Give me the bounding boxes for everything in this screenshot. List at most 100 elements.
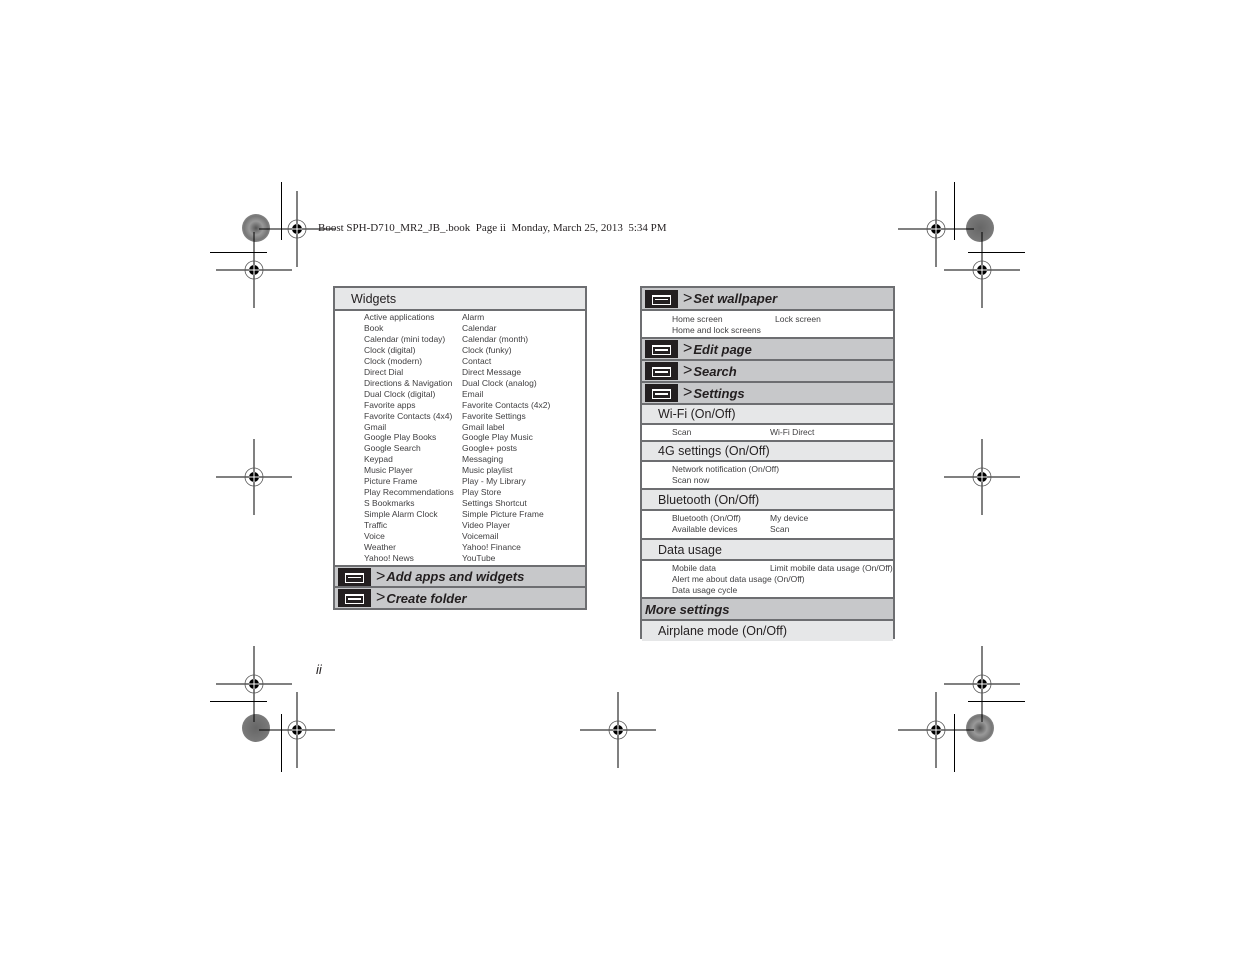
- registration-target-icon: [944, 232, 1020, 308]
- page-number: ii: [316, 662, 322, 677]
- widget-item: Calendar (mini today): [364, 333, 446, 344]
- widget-item: Dual Clock (analog): [462, 377, 537, 388]
- widget-row: Traffic Video Player: [364, 520, 585, 531]
- widget-item: Dual Clock (digital): [364, 388, 436, 399]
- option-data-usage-cycle: Data usage cycle: [672, 585, 738, 595]
- option-scan: Scan: [770, 524, 790, 534]
- widget-row: Voice Voicemail: [364, 531, 585, 542]
- menu-key-icon: [645, 384, 678, 402]
- bluetooth-options: Bluetooth (On/Off) My device Available de…: [642, 511, 893, 540]
- widget-item: Traffic: [364, 520, 388, 531]
- widget-row: Clock (modern) Contact: [364, 356, 585, 367]
- widget-item: Video Player: [462, 520, 511, 531]
- widget-item: Keypad: [364, 454, 393, 465]
- menu-row-label: Set wallpaper: [693, 291, 778, 306]
- widget-item: Favorite Contacts (4x4): [364, 410, 453, 421]
- widget-row: Directions & Navigation Dual Clock (analo…: [364, 378, 585, 389]
- set-wallpaper-options: Home screen Lock screen Home and lock scr…: [642, 311, 893, 339]
- widget-row: Favorite Contacts (4x4) Favorite Settings: [364, 411, 585, 422]
- widget-row: Gmail Gmail label: [364, 422, 585, 433]
- arrow-icon: >: [683, 384, 693, 401]
- widget-item: S Bookmarks: [364, 498, 415, 509]
- arrow-icon: >: [376, 567, 386, 585]
- registration-target-icon: [216, 232, 292, 308]
- widget-row: S Bookmarks Settings Shortcut: [364, 498, 585, 509]
- widget-item: Picture Frame: [364, 476, 418, 487]
- widget-row: Active applications Alarm: [364, 312, 585, 323]
- menu-key-icon: [338, 567, 371, 586]
- section-title: Bluetooth (On/Off): [658, 492, 760, 507]
- widget-item: Directions & Navigation: [364, 377, 453, 388]
- menu-row-search: > Search: [642, 361, 893, 383]
- section-title: Data usage: [658, 542, 722, 557]
- widget-row: Clock (digital) Clock (funky): [364, 345, 585, 356]
- registration-target-icon: [944, 439, 1020, 515]
- widget-item: Calendar (month): [462, 333, 529, 344]
- airplane-mode-row: Airplane mode (On/Off): [642, 621, 893, 641]
- widget-row: Weather Yahoo! Finance: [364, 542, 585, 553]
- widget-item: Clock (funky): [462, 344, 512, 355]
- widgets-header: Widgets: [335, 288, 585, 311]
- widget-item: Voice: [364, 531, 385, 542]
- section-title: Airplane mode (On/Off): [658, 624, 787, 638]
- menu-row-label: Create folder: [386, 590, 467, 606]
- widget-item: Book: [364, 322, 384, 333]
- option-bluetooth: Bluetooth (On/Off): [672, 513, 741, 523]
- arrow-icon: >: [683, 362, 693, 379]
- widget-item: Yahoo! Finance: [462, 542, 521, 553]
- 4g-options: Network notification (On/Off) Scan now: [642, 462, 893, 490]
- widget-row: Music Player Music playlist: [364, 465, 585, 476]
- menu-row-settings: > Settings: [642, 383, 893, 405]
- registration-target-icon: [216, 646, 292, 722]
- widget-item: Messaging: [462, 454, 504, 465]
- widget-item: Google Play Books: [364, 432, 437, 443]
- widget-item: Yahoo! News: [364, 552, 414, 563]
- widget-row: Book Calendar: [364, 323, 585, 334]
- registration-target-icon: [898, 191, 974, 267]
- menu-row-label: Search: [693, 363, 737, 379]
- registration-target-icon: [898, 692, 974, 768]
- option-available-devices: Available devices: [672, 524, 738, 534]
- registration-target-icon: [944, 646, 1020, 722]
- menu-key-icon: [338, 589, 371, 607]
- widgets-list: Active applications Alarm Book Calendar Cale…: [335, 311, 585, 567]
- widget-item: Settings Shortcut: [462, 498, 527, 509]
- widget-row: Google Search Google+ posts: [364, 443, 585, 454]
- option-home-and-lock: Home and lock screens: [672, 325, 761, 335]
- widget-item: Direct Dial: [364, 366, 404, 377]
- widget-row: Favorite apps Favorite Contacts (4x2): [364, 400, 585, 411]
- widget-item: Contact: [462, 355, 492, 366]
- widget-item: Clock (digital): [364, 344, 416, 355]
- more-settings-row: More settings: [642, 599, 893, 621]
- widget-row: Simple Alarm Clock Simple Picture Frame: [364, 509, 585, 520]
- wifi-options: Scan Wi-Fi Direct: [642, 425, 893, 442]
- data-usage-options: Mobile data Limit mobile data usage (On/O…: [642, 561, 893, 599]
- widget-item: Music playlist: [462, 465, 513, 476]
- widget-item: Simple Picture Frame: [462, 509, 544, 520]
- widget-row: Calendar (mini today) Calendar (month): [364, 334, 585, 345]
- menu-row-create-folder: > Create folder: [335, 588, 585, 608]
- menu-row-add-apps: > Add apps and widgets: [335, 567, 585, 588]
- widget-row: Yahoo! News YouTube: [364, 553, 585, 564]
- registration-marks: [216, 191, 1020, 768]
- widget-item: Email: [462, 388, 484, 399]
- bluetooth-header: Bluetooth (On/Off): [642, 490, 893, 511]
- widgets-title: Widgets: [351, 291, 397, 306]
- widget-item: Google Search: [364, 443, 421, 454]
- data-usage-header: Data usage: [642, 540, 893, 561]
- option-my-device: My device: [770, 513, 809, 523]
- widgets-table: Widgets Active applications Alarm Book Cale…: [333, 286, 587, 610]
- home-menu-table: > Set wallpaper Home screen Lock screen H…: [640, 286, 895, 641]
- section-title: 4G settings (On/Off): [658, 444, 770, 458]
- menu-row-label: Edit page: [693, 341, 752, 357]
- arrow-icon: >: [683, 340, 693, 357]
- menu-row-edit-page: > Edit page: [642, 339, 893, 361]
- wifi-header: Wi-Fi (On/Off): [642, 405, 893, 425]
- menu-row-label: Add apps and widgets: [386, 569, 525, 584]
- widget-row: Dual Clock (digital) Email: [364, 389, 585, 400]
- menu-row-set-wallpaper: > Set wallpaper: [642, 288, 893, 311]
- option-network-notification: Network notification (On/Off): [672, 464, 780, 474]
- widget-item: Alarm: [462, 312, 485, 322]
- option-limit-mobile-data: Limit mobile data usage (On/Off): [770, 563, 893, 573]
- option-wifi-direct: Wi-Fi Direct: [770, 427, 815, 437]
